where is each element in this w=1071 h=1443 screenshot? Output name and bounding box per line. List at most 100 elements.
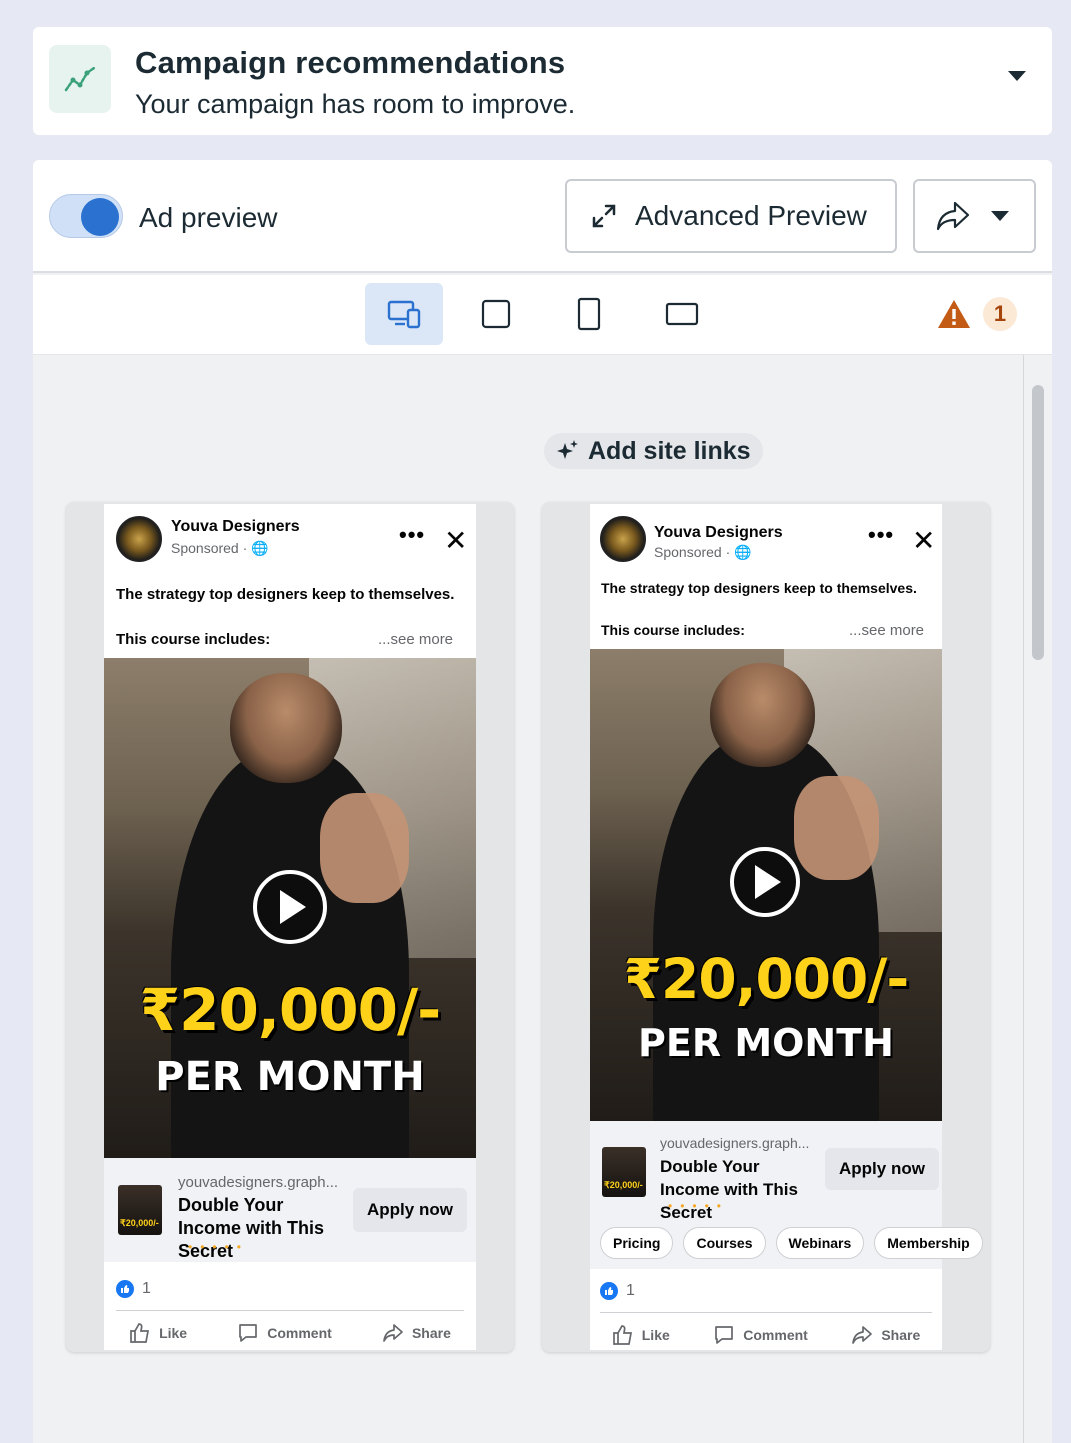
- landscape-icon: [665, 302, 699, 326]
- reaction-summary[interactable]: 1: [600, 1282, 635, 1300]
- primary-text: The strategy top designers keep to thems…: [601, 580, 917, 596]
- comment-icon: [715, 1326, 734, 1344]
- landscape-format-button[interactable]: [643, 283, 721, 345]
- site-link-courses[interactable]: Courses: [683, 1227, 766, 1259]
- campaign-recommendations-card[interactable]: Campaign recommendations Your campaign h…: [33, 27, 1052, 135]
- comment-label: Comment: [743, 1327, 808, 1343]
- ad-video-media[interactable]: ₹20,000/- PER MONTH: [590, 649, 942, 1121]
- site-link-membership[interactable]: Membership: [874, 1227, 983, 1259]
- ad-preview-feed: Youva Designers Sponsored · 🌐 ••• ✕ The …: [66, 502, 514, 1352]
- globe-icon: 🌐: [251, 540, 269, 556]
- divider: [600, 1312, 932, 1313]
- post-actions: Like Comment Share: [590, 1324, 942, 1346]
- scrollbar-thumb[interactable]: [1032, 385, 1044, 660]
- media-person-head: [709, 663, 816, 767]
- add-site-links-label: Add site links: [588, 436, 751, 465]
- page-name[interactable]: Youva Designers: [171, 518, 300, 536]
- media-person-hand: [794, 776, 879, 881]
- add-site-links-button[interactable]: Add site links: [544, 433, 763, 469]
- expand-icon: [592, 204, 616, 228]
- thumbnail-text: ₹20,000/-: [604, 1180, 643, 1190]
- placement-format-bar: 1: [33, 275, 1052, 355]
- sponsored-text: Sponsored ·: [171, 540, 248, 556]
- sponsored-label: Sponsored · 🌐: [171, 540, 269, 557]
- ad-preview-label: Ad preview: [139, 202, 278, 233]
- like-label: Like: [641, 1327, 670, 1343]
- globe-icon: 🌐: [734, 544, 752, 560]
- apply-now-button[interactable]: Apply now: [825, 1148, 939, 1190]
- site-links-row: Pricing Courses Webinars Membership: [600, 1227, 983, 1259]
- sponsored-text: Sponsored ·: [654, 544, 731, 560]
- like-label: Like: [159, 1325, 188, 1341]
- trend-chart-icon: [49, 45, 111, 113]
- see-more-link[interactable]: ...see more: [849, 622, 924, 639]
- advanced-preview-label: Advanced Preview: [635, 200, 867, 231]
- primary-text: The strategy top designers keep to thems…: [116, 586, 455, 603]
- media-amount-text: ₹20,000/-: [623, 947, 909, 1011]
- page-name[interactable]: Youva Designers: [654, 524, 783, 542]
- ad-post: Youva Designers Sponsored · 🌐 ••• ✕ The …: [590, 504, 983, 1350]
- ad-preview-with-site-links: Youva Designers Sponsored · 🌐 ••• ✕ The …: [542, 502, 990, 1352]
- warning-triangle-icon: [938, 300, 970, 328]
- caret-down-icon: [991, 211, 1009, 221]
- close-icon[interactable]: ✕: [444, 524, 467, 557]
- see-more-link[interactable]: ...see more: [378, 631, 453, 648]
- media-caption-text: PER MONTH: [638, 1021, 894, 1065]
- like-reaction-icon: [600, 1282, 618, 1300]
- thumbnail-text: ₹20,000/-: [120, 1218, 159, 1228]
- close-icon[interactable]: ✕: [912, 524, 935, 557]
- share-button[interactable]: Share: [851, 1324, 920, 1346]
- media-person-hand: [319, 793, 410, 903]
- site-link-webinars[interactable]: Webinars: [775, 1227, 865, 1259]
- comment-button[interactable]: Comment: [237, 1322, 332, 1344]
- square-format-button[interactable]: [457, 283, 535, 345]
- post-actions: Like Comment Share: [104, 1322, 476, 1344]
- ad-post: Youva Designers Sponsored · 🌐 ••• ✕ The …: [104, 504, 476, 1350]
- warning-count-badge: 1: [983, 297, 1017, 331]
- advanced-preview-button[interactable]: Advanced Preview: [565, 179, 897, 253]
- media-caption-text: PER MONTH: [155, 1054, 425, 1100]
- caret-down-icon[interactable]: [1008, 71, 1026, 81]
- cta-domain: youvadesigners.graph...: [660, 1135, 810, 1151]
- reaction-summary[interactable]: 1: [116, 1280, 151, 1298]
- square-icon: [481, 299, 511, 329]
- like-reaction-icon: [116, 1280, 134, 1298]
- media-amount-text: ₹20,000/-: [139, 976, 441, 1044]
- warnings-indicator[interactable]: 1: [937, 297, 1017, 331]
- course-text: This course includes:: [116, 631, 271, 648]
- responsive-format-button[interactable]: [365, 283, 443, 345]
- cta-bar: ₹20,000/- youvadesigners.graph... Double…: [590, 1121, 983, 1269]
- share-arrow-icon: [936, 201, 970, 231]
- site-link-pricing[interactable]: Pricing: [600, 1227, 674, 1259]
- cta-thumbnail: ₹20,000/-: [602, 1147, 646, 1197]
- responsive-icon: [387, 300, 421, 329]
- ad-preview-panel: Ad preview Advanced Preview 1 Add site l…: [33, 160, 1052, 1443]
- toggle-knob: [81, 198, 119, 236]
- preview-scrollbar[interactable]: [1023, 355, 1052, 1443]
- like-button[interactable]: Like: [612, 1324, 670, 1346]
- share-label: Share: [411, 1325, 451, 1341]
- more-options-icon[interactable]: •••: [868, 522, 894, 548]
- page-avatar[interactable]: [600, 516, 646, 562]
- thumbs-up-icon: [612, 1325, 632, 1345]
- reaction-count: 1: [142, 1280, 151, 1297]
- ad-video-media[interactable]: ₹20,000/- PER MONTH: [104, 658, 476, 1158]
- apply-now-button[interactable]: Apply now: [353, 1188, 467, 1232]
- recommendations-subtitle: Your campaign has room to improve.: [135, 89, 576, 119]
- preview-header: Ad preview Advanced Preview: [33, 160, 1052, 273]
- comment-button[interactable]: Comment: [713, 1324, 808, 1346]
- play-icon[interactable]: [730, 847, 800, 917]
- recommendations-title: Campaign recommendations: [135, 45, 566, 80]
- play-icon[interactable]: [253, 870, 327, 944]
- cta-dots-decoration: •••••: [188, 1240, 250, 1254]
- share-dropdown-button[interactable]: [913, 179, 1036, 253]
- share-button[interactable]: Share: [382, 1322, 451, 1344]
- cta-dots-decoration: •••••: [668, 1199, 730, 1213]
- more-options-icon[interactable]: •••: [399, 522, 425, 548]
- cta-thumbnail: ₹20,000/-: [118, 1185, 162, 1235]
- portrait-format-button[interactable]: [550, 283, 628, 345]
- ad-preview-toggle[interactable]: [49, 194, 123, 238]
- share-icon: [852, 1326, 873, 1344]
- like-button[interactable]: Like: [129, 1322, 187, 1344]
- page-avatar[interactable]: [116, 516, 162, 562]
